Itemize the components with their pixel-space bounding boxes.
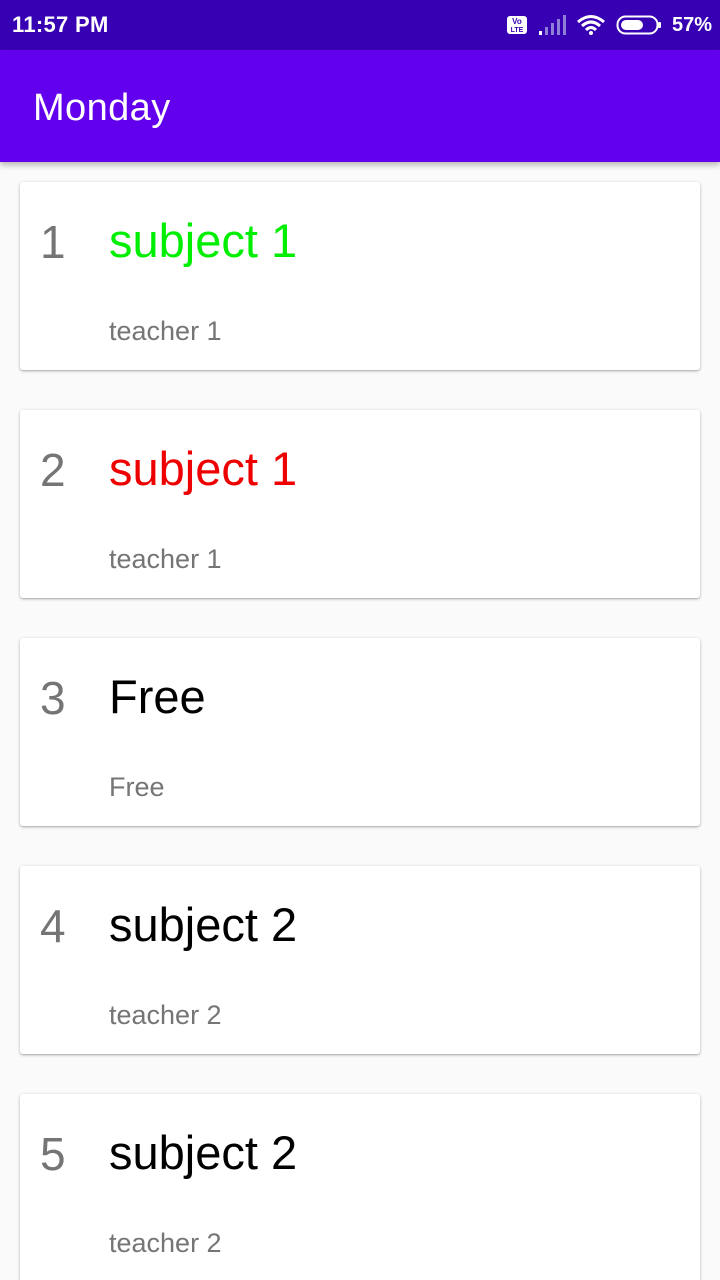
teacher-name: teacher 1: [109, 316, 222, 346]
svg-text:LTE: LTE: [511, 27, 524, 34]
status-icons: Vo LTE 57%: [506, 14, 712, 37]
teacher-name: teacher 2: [109, 1000, 222, 1030]
page-title: Monday: [33, 87, 171, 129]
period-card[interactable]: 3 Free Free: [20, 638, 700, 826]
period-card[interactable]: 1 subject 1 teacher 1: [20, 182, 700, 370]
period-number: 3: [40, 672, 66, 724]
period-number: 1: [40, 216, 66, 268]
status-time: 11:57 PM: [12, 12, 109, 37]
subject-name: subject 2: [109, 898, 298, 951]
signal-icon: [538, 14, 566, 36]
svg-text:Vo: Vo: [512, 17, 522, 26]
period-number: 2: [40, 444, 66, 496]
app-bar: Monday: [0, 50, 720, 162]
period-number: 4: [40, 900, 66, 952]
timetable-list[interactable]: 1 subject 1 teacher 1 2 subject 1 teache…: [0, 162, 720, 1280]
teacher-name: teacher 1: [109, 544, 222, 574]
subject-name: subject 1: [109, 214, 298, 267]
teacher-name: Free: [109, 772, 165, 802]
status-bar: 11:57 PM Vo LTE 57%: [0, 0, 720, 50]
subject-name: subject 2: [109, 1126, 298, 1179]
wifi-icon: [576, 14, 606, 36]
battery-percentage: 57%: [671, 13, 712, 36]
battery-icon: [616, 14, 662, 36]
period-card[interactable]: 4 subject 2 teacher 2: [20, 866, 700, 1054]
period-number: 5: [40, 1128, 66, 1180]
period-card[interactable]: 2 subject 1 teacher 1: [20, 410, 700, 598]
subject-name: subject 1: [109, 442, 298, 495]
teacher-name: teacher 2: [109, 1228, 222, 1258]
subject-name: Free: [109, 670, 206, 723]
period-card[interactable]: 5 subject 2 teacher 2: [20, 1094, 700, 1280]
volte-icon: Vo LTE: [506, 15, 528, 35]
